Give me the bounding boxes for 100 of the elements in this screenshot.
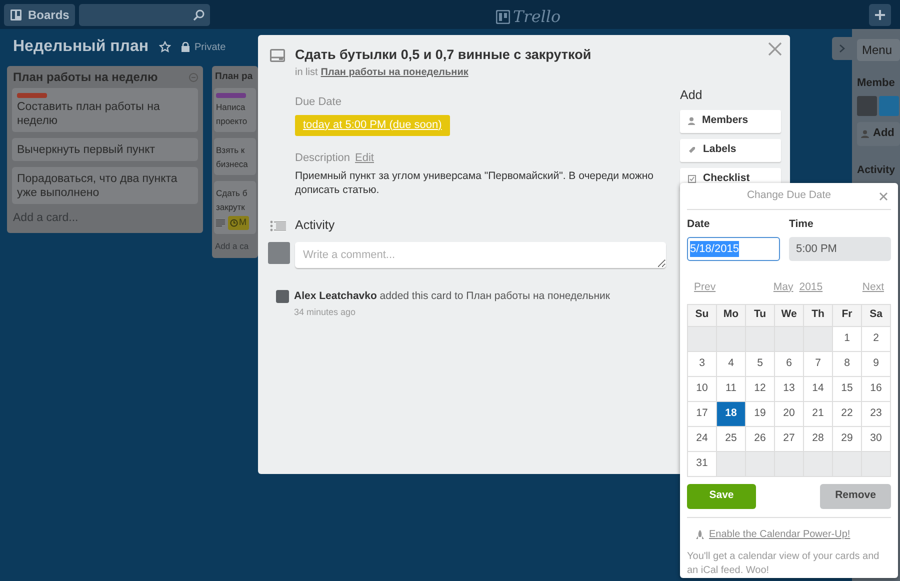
card[interactable]: Порадоваться, что два пункта уже выполнено <box>12 167 198 204</box>
weekday-header: Mo <box>717 304 746 326</box>
list-icon <box>270 220 286 232</box>
person-icon <box>688 117 695 126</box>
calendar-day[interactable]: 28 <box>804 426 833 452</box>
calendar-day[interactable]: 4 <box>717 352 746 376</box>
sidebar-toggle-button[interactable] <box>832 37 852 60</box>
board-icon <box>496 10 510 24</box>
list-title: План ра <box>215 70 253 84</box>
list-title: План работы на неделю <box>13 69 158 86</box>
remove-button[interactable]: Remove <box>820 484 891 508</box>
card[interactable]: Составить план работы на неделю <box>12 88 198 132</box>
add-button[interactable] <box>869 4 891 26</box>
search-field[interactable] <box>79 4 210 26</box>
add-members-button[interactable]: Members <box>680 110 781 133</box>
calendar-day[interactable]: 3 <box>688 352 717 376</box>
calendar-day[interactable]: 21 <box>804 402 833 426</box>
visibility-label: Private <box>194 40 226 54</box>
time-field[interactable]: 5:00 PM <box>789 236 891 261</box>
calendar-day[interactable]: 9 <box>862 352 891 376</box>
list-link[interactable]: План работы на понедельник <box>320 65 468 80</box>
calendar-day[interactable]: 14 <box>804 376 833 402</box>
lock-icon <box>180 42 190 52</box>
calendar-day[interactable]: 26 <box>746 426 775 452</box>
calendar-day[interactable]: 18 <box>717 402 746 426</box>
calendar-day[interactable]: 27 <box>775 426 804 452</box>
power-up-description: You'll get a calendar view of your cards and an iCal feed. Woo! <box>687 550 880 578</box>
description-text: Приемный пункт за углом универсама "Первомайский". В очереди можно дописать статью. <box>295 169 654 198</box>
due-badge: M <box>228 216 248 230</box>
calendar-day[interactable]: 29 <box>833 426 862 452</box>
calendar-day[interactable]: 20 <box>775 402 804 426</box>
tag-icon <box>688 146 696 154</box>
calendar-day[interactable]: 17 <box>688 402 717 426</box>
add-labels-button[interactable]: Labels <box>680 138 781 162</box>
card-icon <box>270 49 285 62</box>
board-icon <box>10 8 22 20</box>
comment-field[interactable]: Write a comment... <box>295 242 666 268</box>
calendar-day[interactable]: 22 <box>833 402 862 426</box>
card-title: Составить план работы на неделю <box>17 100 161 128</box>
close-icon <box>879 192 888 201</box>
member-avatar[interactable] <box>857 96 877 116</box>
close-button[interactable] <box>879 192 888 201</box>
calendar-day[interactable]: 8 <box>833 352 862 376</box>
calendar-day[interactable]: 12 <box>746 376 775 402</box>
description-label: Description <box>295 150 350 166</box>
card-title: Сдать б закрутк <box>216 187 248 214</box>
card-title: Порадоваться, что два пункта уже выполнено <box>17 172 178 200</box>
calendar-day[interactable]: 1 <box>833 326 862 352</box>
calendar-day[interactable]: 5 <box>746 352 775 376</box>
card[interactable]: Написа проекто <box>214 88 256 132</box>
user-avatar <box>268 242 290 264</box>
calendar-day[interactable]: 24 <box>688 426 717 452</box>
card-title: Сдать бутылки 0,5 и 0,7 винные с закруткой <box>295 47 592 63</box>
weekday-header: We <box>775 304 804 326</box>
sidebar-heading: Activity <box>857 162 896 178</box>
menu-button[interactable]: Menu <box>857 39 900 61</box>
user-avatar <box>276 290 289 303</box>
card-title: Написа проекто <box>216 101 248 128</box>
calendar-day[interactable]: 19 <box>746 402 775 426</box>
checkbox-icon <box>688 175 696 184</box>
list-prefix: in list <box>295 66 318 80</box>
calendar-day[interactable]: 25 <box>717 426 746 452</box>
star-icon <box>158 41 171 53</box>
card[interactable]: Взять к бизнеса <box>214 138 256 175</box>
weekday-header: Th <box>804 304 833 326</box>
weekday-header: Sa <box>862 304 891 326</box>
board-title: Недельный план <box>13 37 149 57</box>
calendar-day[interactable]: 15 <box>833 376 862 402</box>
date-label: Date <box>687 217 711 232</box>
weekday-header: Fr <box>833 304 862 326</box>
calendar-day[interactable]: 7 <box>804 352 833 376</box>
weekday-header: Tu <box>746 304 775 326</box>
close-icon <box>768 42 782 56</box>
calendar-day[interactable]: 23 <box>862 402 891 426</box>
trello-logo: Trello <box>496 5 561 29</box>
popover-title: Change Due Date <box>746 188 832 204</box>
chevron-right-icon <box>839 44 845 53</box>
due-date-label: Due Date <box>295 95 342 110</box>
activity-time: 34 minutes ago <box>294 306 357 319</box>
card-title: Взять к бизнеса <box>216 144 249 171</box>
calendar-day[interactable]: 31 <box>688 452 717 476</box>
rocket-icon <box>696 530 704 538</box>
boards-button[interactable]: Boards <box>4 4 76 26</box>
card[interactable]: Сдать б закрутк M <box>214 181 256 234</box>
weekday-header: Su <box>688 304 717 326</box>
sidebar-heading: Membe <box>857 76 896 91</box>
close-button[interactable] <box>768 42 782 56</box>
activity-entry: Alex Leatchavko added this card to План работы на понедельник <box>294 289 610 304</box>
card[interactable]: Вычеркнуть первый пункт <box>12 138 198 161</box>
calendar-day[interactable]: 16 <box>862 376 891 402</box>
power-up-link[interactable]: Enable the Calendar Power-Up! <box>709 526 850 542</box>
calendar-day[interactable]: 10 <box>688 376 717 402</box>
person-icon <box>861 130 869 138</box>
calendar-day[interactable]: 30 <box>862 426 891 452</box>
calendar-day[interactable]: 13 <box>775 376 804 402</box>
calendar-day[interactable]: 2 <box>862 326 891 352</box>
calendar-day[interactable]: 6 <box>775 352 804 376</box>
plus-icon <box>874 9 886 21</box>
clock-icon <box>230 218 238 227</box>
calendar-day[interactable]: 11 <box>717 376 746 402</box>
